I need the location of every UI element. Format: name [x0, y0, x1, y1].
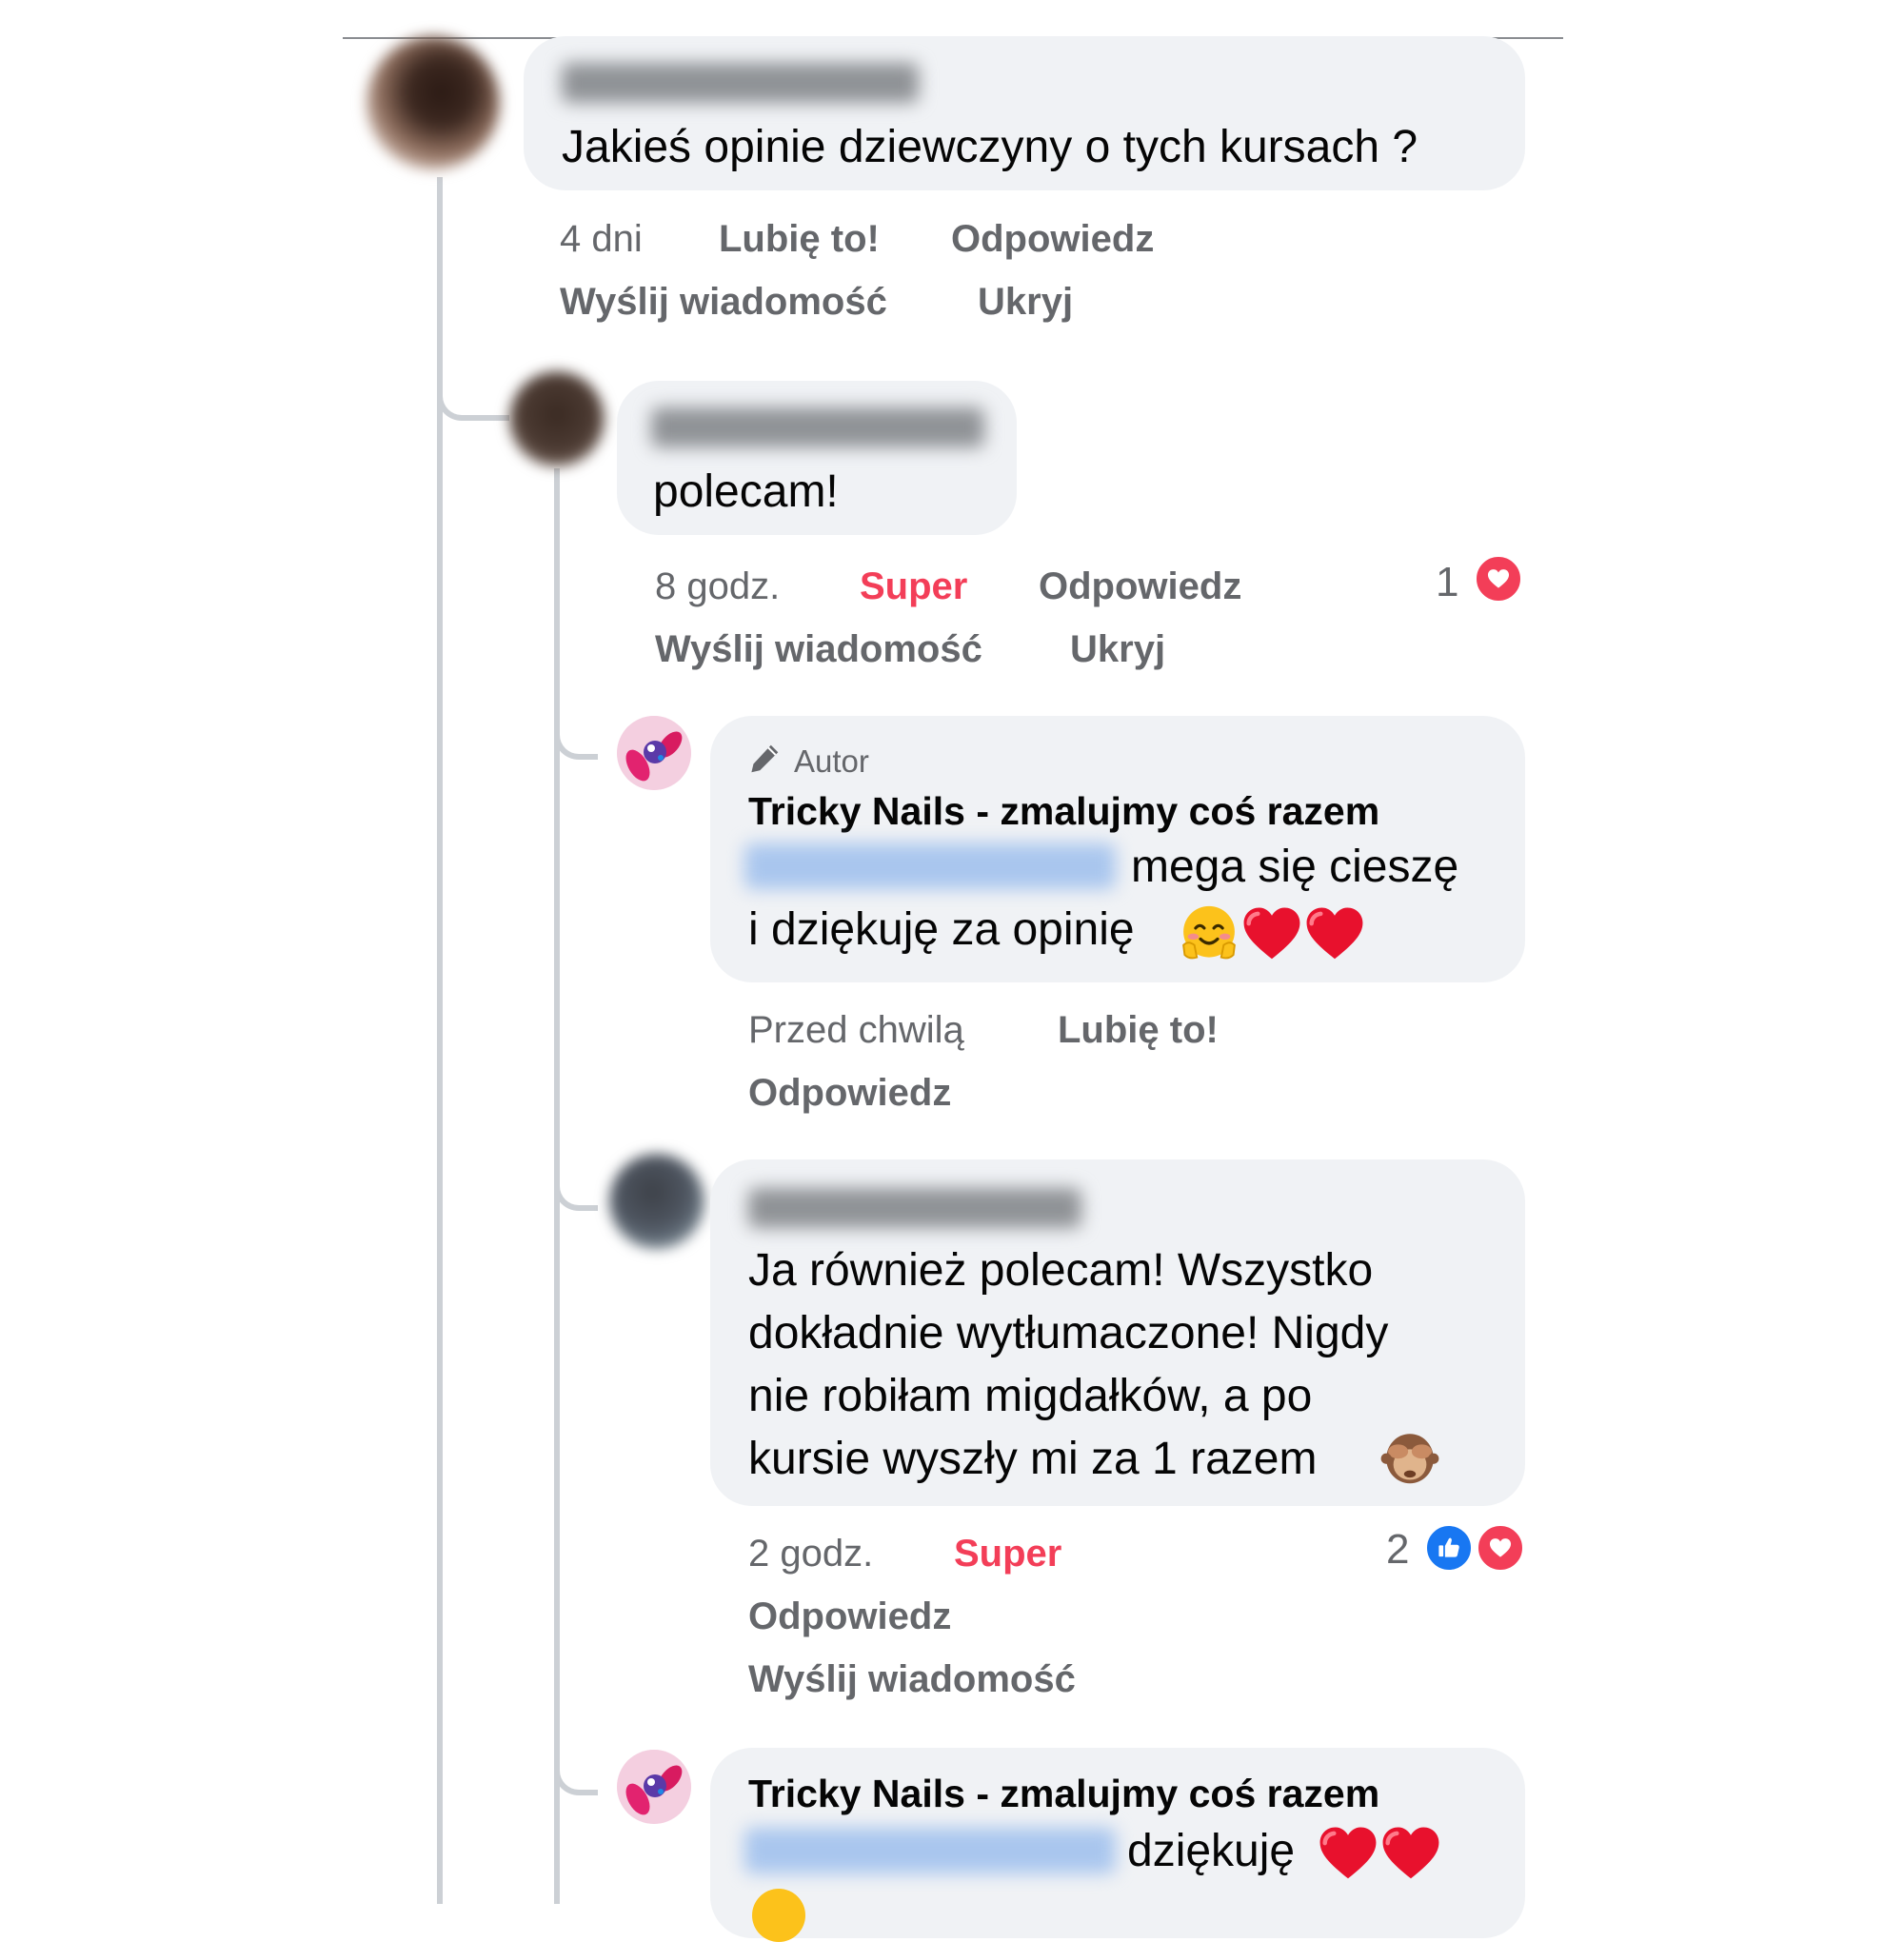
like-action[interactable]: Lubię to! [1058, 1007, 1219, 1053]
comment-bubble: Jakieś opinie dziewczyny o tych kursach … [524, 36, 1525, 190]
thread-line-main [437, 177, 443, 1904]
reply-action[interactable]: Odpowiedz [748, 1070, 951, 1116]
love-reaction-icon[interactable] [1474, 554, 1523, 604]
pencil-icon [750, 743, 780, 774]
reply-action[interactable]: Odpowiedz [1039, 564, 1241, 609]
avatar[interactable] [609, 1154, 704, 1249]
super-reaction-action[interactable]: Super [860, 564, 967, 609]
like-action[interactable]: Lubię to! [719, 216, 880, 262]
author-name-hidden[interactable] [748, 1188, 1081, 1228]
author-badge: Autor [794, 743, 869, 779]
see-no-evil-monkey-emoji-icon [1380, 1434, 1439, 1484]
mention-hidden[interactable] [744, 843, 1116, 889]
avatar[interactable] [509, 371, 605, 466]
send-message-action[interactable]: Wyślij wiadomość [655, 626, 982, 672]
comment-bubble: Autor Tricky Nails - zmalujmy coś razem … [710, 716, 1525, 982]
emoji-icon [752, 1889, 805, 1942]
page-avatar[interactable] [617, 1750, 691, 1824]
author-name-hidden[interactable] [562, 63, 919, 103]
hugging-face-emoji-icon [1181, 904, 1237, 961]
comment-text-line: kursie wyszły mi za 1 razem [748, 1434, 1318, 1484]
reply-action[interactable]: Odpowiedz [951, 216, 1154, 262]
page-avatar[interactable] [617, 716, 691, 790]
comment-text-part2: i dziękuję za opinię [748, 904, 1135, 955]
comment-text: Jakieś opinie dziewczyny o tych kursach … [562, 122, 1418, 172]
comment-bubble: Tricky Nails - zmalujmy coś razem dzięku… [710, 1748, 1525, 1942]
comment-text: dziękuję [1127, 1826, 1296, 1876]
hide-action[interactable]: Ukryj [1070, 626, 1165, 672]
red-heart-emoji-icon [1241, 906, 1302, 961]
comment-time[interactable]: 8 godz. [655, 564, 780, 609]
hide-action[interactable]: Ukryj [978, 279, 1073, 325]
reaction-count[interactable]: 2 [1386, 1527, 1409, 1573]
comment-text-part1: mega się cieszę [1131, 842, 1459, 892]
comment-time[interactable]: 4 dni [560, 216, 643, 262]
send-message-action[interactable]: Wyślij wiadomość [560, 279, 887, 325]
red-heart-emoji-icon [1318, 1826, 1378, 1881]
red-heart-emoji-icon [1380, 1826, 1441, 1881]
comment-text-line: nie robiłam migdałków, a po [748, 1371, 1313, 1421]
author-name-hidden[interactable] [651, 407, 984, 447]
author-name[interactable]: Tricky Nails - zmalujmy coś razem [748, 1769, 1379, 1818]
red-heart-emoji-icon [1304, 906, 1365, 961]
comment-text: polecam! [653, 466, 839, 517]
comment-bubble: polecam! [617, 381, 1017, 535]
thread-connector-3 [554, 704, 598, 760]
reaction-count[interactable]: 1 [1436, 560, 1458, 605]
like-reaction-icon[interactable] [1424, 1523, 1474, 1573]
thread-connector-4 [554, 1154, 598, 1211]
love-reaction-icon[interactable] [1476, 1523, 1525, 1573]
comment-time[interactable]: 2 godz. [748, 1531, 873, 1576]
mention-hidden[interactable] [744, 1828, 1116, 1873]
comment-text-line: dokładnie wytłumaczone! Nigdy [748, 1308, 1389, 1358]
thread-connector-2 [437, 362, 509, 421]
reply-action[interactable]: Odpowiedz [748, 1594, 951, 1639]
avatar[interactable] [367, 36, 500, 169]
author-name[interactable]: Tricky Nails - zmalujmy coś razem [748, 786, 1379, 836]
super-reaction-action[interactable]: Super [954, 1531, 1061, 1576]
thread-connector-5 [554, 1740, 598, 1795]
send-message-action[interactable]: Wyślij wiadomość [748, 1656, 1076, 1702]
comment-text-line: Ja również polecam! Wszystko [748, 1245, 1374, 1296]
comment-bubble: Ja również polecam! Wszystko dokładnie w… [710, 1159, 1525, 1506]
comment-time[interactable]: Przed chwilą [748, 1007, 964, 1053]
